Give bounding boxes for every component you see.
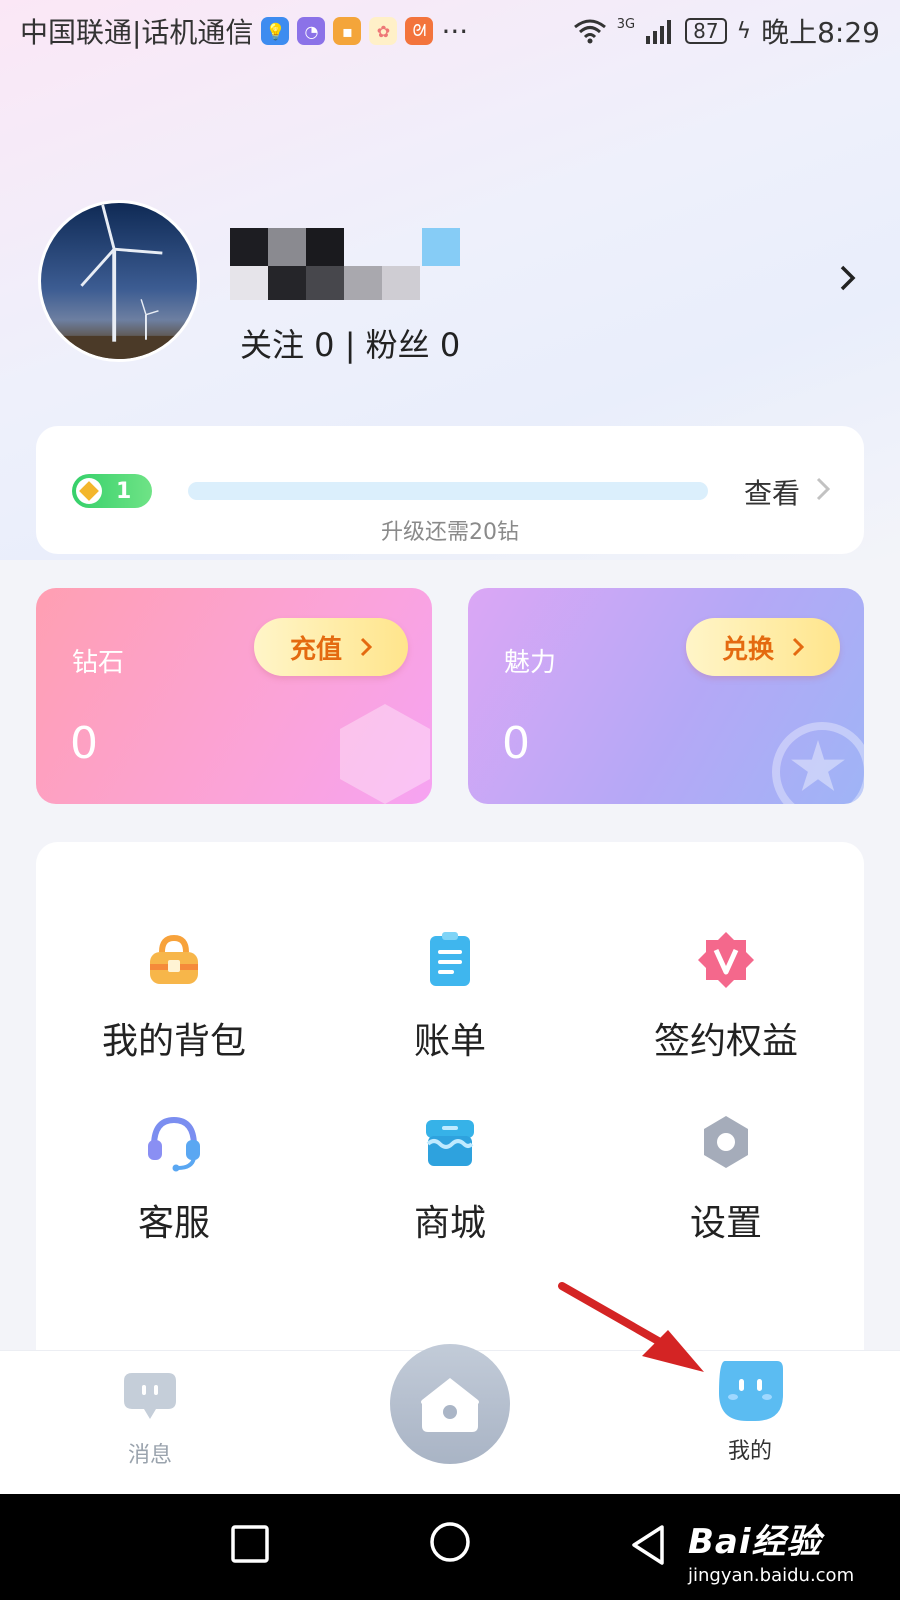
upgrade-hint: 升级还需20钻 bbox=[381, 520, 519, 545]
menu-item-shop[interactable]: 商城 bbox=[312, 1112, 588, 1246]
function-menu: 我的背包 账单 签约权益 客服 商城 设置 bbox=[36, 842, 864, 1362]
charging-icon: ϟ bbox=[736, 18, 752, 44]
username-redacted bbox=[230, 228, 460, 306]
chevron-right-icon bbox=[360, 637, 372, 657]
recharge-label: 充值 bbox=[289, 634, 342, 665]
tab-messages-label: 消息 bbox=[127, 1443, 172, 1468]
more-notifications-icon: ··· bbox=[441, 14, 469, 48]
profile-chevron-right-icon[interactable] bbox=[838, 262, 858, 302]
system-navigation-bar: Bai经验 jingyan.baidu.com bbox=[0, 1494, 900, 1600]
level-progress-bar bbox=[188, 482, 708, 500]
menu-label: 客服 bbox=[137, 1203, 210, 1244]
chevron-right-icon bbox=[792, 637, 804, 657]
menu-item-settings[interactable]: 设置 bbox=[588, 1112, 864, 1246]
level-badge: 1 bbox=[72, 474, 152, 508]
baidu-jingyan-watermark: Bai经验 jingyan.baidu.com bbox=[688, 1514, 854, 1586]
squirrel-app-icon: ᘛ bbox=[405, 17, 434, 45]
diamond-card[interactable]: 钻石 0 充值 bbox=[36, 588, 432, 804]
menu-label: 商城 bbox=[413, 1203, 486, 1244]
level-number: 1 bbox=[116, 478, 132, 504]
menu-item-backpack[interactable]: 我的背包 bbox=[36, 930, 312, 1064]
bill-icon bbox=[420, 930, 480, 990]
backpack-icon bbox=[144, 930, 204, 990]
shop-icon bbox=[420, 1112, 480, 1172]
recharge-button[interactable]: 充值 bbox=[254, 618, 408, 676]
message-bubble-icon bbox=[124, 1373, 176, 1419]
charm-label: 魅力 bbox=[504, 648, 557, 678]
box-app-icon: ▪ bbox=[333, 17, 362, 45]
wifi-icon bbox=[573, 19, 606, 44]
diamond-value: 0 bbox=[70, 718, 98, 769]
menu-label: 设置 bbox=[689, 1203, 762, 1244]
watermark-url: jingyan.baidu.com bbox=[688, 1565, 855, 1586]
follow-fans-count[interactable]: 关注 0 | 粉丝 0 bbox=[240, 320, 460, 366]
level-card[interactable]: 1 升级还需20钻 查看 bbox=[36, 426, 864, 554]
diamond-decoration-icon bbox=[340, 704, 430, 804]
home-button[interactable] bbox=[390, 1344, 510, 1464]
vip-badge-icon bbox=[696, 930, 756, 990]
charm-value: 0 bbox=[502, 718, 530, 769]
chevron-right-icon bbox=[816, 475, 831, 510]
wind-turbine-photo bbox=[41, 204, 197, 359]
menu-label: 我的背包 bbox=[101, 1021, 246, 1062]
tab-mine[interactable]: 我的 bbox=[712, 1357, 788, 1465]
mine-face-icon bbox=[719, 1361, 783, 1421]
status-bar: 中国联通|话机通信 💡 ◔ ▪ ✿ ᘛ ··· 3G 87 ϟ 晚上8:29 bbox=[0, 0, 900, 62]
battery-indicator: 87 bbox=[685, 18, 727, 44]
flower-app-icon: ✿ bbox=[369, 17, 398, 45]
headset-icon bbox=[144, 1112, 204, 1172]
menu-label: 签约权益 bbox=[653, 1021, 798, 1062]
carrier-text: 中国联通|话机通信 bbox=[20, 16, 254, 49]
tab-mine-label: 我的 bbox=[727, 1439, 772, 1464]
settings-icon bbox=[696, 1112, 756, 1172]
view-level-link[interactable]: 查看 bbox=[744, 472, 831, 512]
network-type: 3G bbox=[616, 16, 636, 32]
level-gem-icon bbox=[76, 478, 102, 504]
menu-label: 账单 bbox=[413, 1021, 486, 1062]
chart-app-icon: ◔ bbox=[297, 17, 326, 45]
back-triangle-icon[interactable] bbox=[628, 1524, 668, 1566]
tab-messages[interactable]: 消息 bbox=[118, 1369, 182, 1469]
clock: 晚上8:29 bbox=[761, 16, 880, 49]
red-arrow-annotation bbox=[558, 1282, 704, 1372]
signal-icon bbox=[646, 20, 672, 44]
avatar[interactable] bbox=[38, 200, 200, 362]
diamond-label: 钻石 bbox=[72, 648, 125, 678]
home-circle-icon[interactable] bbox=[428, 1520, 472, 1564]
menu-item-contract-rights[interactable]: 签约权益 bbox=[588, 930, 864, 1064]
recents-square-icon[interactable] bbox=[230, 1524, 270, 1564]
view-label: 查看 bbox=[744, 477, 801, 510]
watermark-brand: Bai经验 bbox=[688, 1522, 822, 1562]
bulb-app-icon: 💡 bbox=[261, 17, 290, 45]
exchange-button[interactable]: 兑换 bbox=[686, 618, 840, 676]
charm-card[interactable]: 魅力 0 兑换 bbox=[468, 588, 864, 804]
menu-item-customer-service[interactable]: 客服 bbox=[36, 1112, 312, 1246]
home-icon bbox=[421, 1378, 479, 1432]
exchange-label: 兑换 bbox=[721, 634, 774, 665]
menu-item-bill[interactable]: 账单 bbox=[312, 930, 588, 1064]
